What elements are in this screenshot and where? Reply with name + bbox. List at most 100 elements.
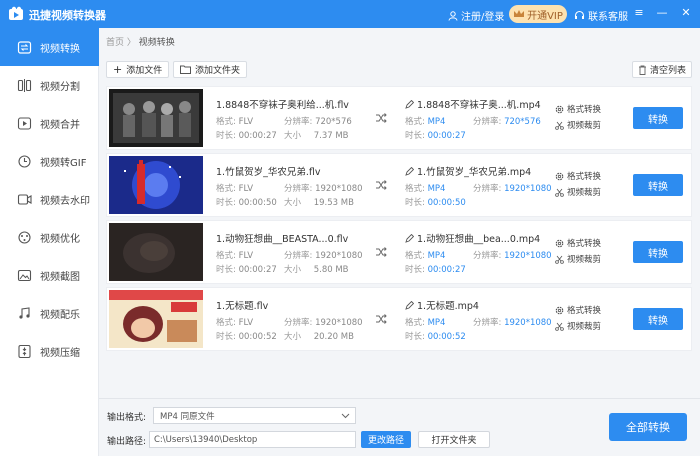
breadcrumb: 首页 〉 视频转换 xyxy=(106,35,175,48)
video-thumbnail xyxy=(109,156,203,214)
format-convert-link[interactable]: 格式转换 xyxy=(555,103,601,115)
add-folder-label: 添加文件夹 xyxy=(195,66,241,76)
sidebar-item-label: 视频压缩 xyxy=(40,347,80,359)
sidebar-item-label: 视频优化 xyxy=(40,233,80,245)
add-file-button[interactable]: + 添加文件 xyxy=(106,61,170,78)
pencil-icon xyxy=(405,166,414,176)
format-convert-link[interactable]: 格式转换 xyxy=(555,304,601,316)
file-row: 1.动物狂想曲__BEASTA...0.flv 格式: FLV 分辨率: 192… xyxy=(106,220,692,284)
sidebar-item-music[interactable]: 视频配乐 xyxy=(0,294,99,332)
output-file-name[interactable]: 1.竹鼠贺岁_华农兄弟.mp4 xyxy=(405,164,531,178)
video-clip-link[interactable]: 视频裁剪 xyxy=(555,320,601,332)
gear-icon xyxy=(555,239,564,247)
change-path-button[interactable]: 更改路径 xyxy=(361,431,411,448)
source-size: 大小 5.80 MB xyxy=(284,265,349,275)
video-clip-link[interactable]: 视频裁剪 xyxy=(555,253,601,265)
sidebar-item-merge[interactable]: 视频合并 xyxy=(0,104,99,142)
service-label: 联系客服 xyxy=(588,12,628,23)
output-file-name-label: 1.竹鼠贺岁_华农兄弟.mp4 xyxy=(417,167,532,178)
sidebar-item-convert[interactable]: 视频转换 xyxy=(0,28,99,66)
shuffle-icon xyxy=(376,180,387,190)
format-convert-label: 格式转换 xyxy=(567,105,602,115)
service-link[interactable]: 联系客服 xyxy=(574,8,628,23)
pencil-icon xyxy=(405,300,414,310)
sidebar-item-watermark[interactable]: 视频去水印 xyxy=(0,180,99,218)
output-format: 格式: MP4 xyxy=(405,251,446,261)
minimize-icon[interactable]: — xyxy=(655,6,669,20)
convert-all-button[interactable]: 全部转换 xyxy=(609,413,687,441)
login-label: 注册/登录 xyxy=(461,12,505,23)
file-row: 1.无标题.flv 格式: FLV 分辨率: 1920*1080 时长: 00:… xyxy=(106,287,692,351)
music-icon xyxy=(16,305,32,321)
sidebar-item-label: 视频截图 xyxy=(40,271,80,283)
scissors-icon xyxy=(555,188,564,197)
scissors-icon xyxy=(555,121,564,130)
video-clip-label: 视频裁剪 xyxy=(567,322,602,332)
output-format: 格式: MP4 xyxy=(405,318,446,328)
convert-button[interactable]: 转换 xyxy=(633,107,683,129)
video-clip-link[interactable]: 视频裁剪 xyxy=(555,186,601,198)
source-size: 大小 19.53 MB xyxy=(284,198,354,208)
add-folder-button[interactable]: 添加文件夹 xyxy=(173,61,248,78)
close-icon[interactable]: ✕ xyxy=(679,6,693,20)
output-file-name[interactable]: 1.动物狂想曲__bea...0.mp4 xyxy=(405,231,540,245)
sidebar: 视频转换 视频分割 视频合并 视频转GIF 视频去水印 视频优化 视频截图 视频… xyxy=(0,28,99,456)
sidebar-item-screenshot[interactable]: 视频截图 xyxy=(0,256,99,294)
shuffle-icon xyxy=(376,247,387,257)
output-file-name-label: 1.无标题.mp4 xyxy=(417,301,479,312)
login-link[interactable]: 注册/登录 xyxy=(448,8,504,23)
video-clip-link[interactable]: 视频裁剪 xyxy=(555,119,601,131)
sidebar-item-label: 视频转GIF xyxy=(40,157,87,169)
output-format-label: 输出格式: xyxy=(107,413,147,423)
sidebar-item-split[interactable]: 视频分割 xyxy=(0,66,99,104)
sidebar-item-label: 视频去水印 xyxy=(40,195,90,207)
convert-icon xyxy=(16,39,32,55)
output-file-name-label: 1.动物狂想曲__bea...0.mp4 xyxy=(417,234,541,245)
title-bar: 迅捷视频转换器 注册/登录 开通VIP 联系客服 ≡ — ✕ xyxy=(0,0,700,28)
video-clip-label: 视频裁剪 xyxy=(567,121,602,131)
source-format: 格式: FLV xyxy=(216,318,254,328)
output-file-name[interactable]: 1.8848不穿袜子奥...机.mp4 xyxy=(405,97,541,111)
source-format: 格式: FLV xyxy=(216,117,254,127)
optimize-icon xyxy=(16,229,32,245)
source-format: 格式: FLV xyxy=(216,251,254,261)
convert-button[interactable]: 转换 xyxy=(633,308,683,330)
source-duration: 时长: 00:00:50 xyxy=(216,198,277,208)
open-folder-button[interactable]: 打开文件夹 xyxy=(418,431,490,448)
output-resolution: 分辨率: 1920*1080 xyxy=(473,251,552,261)
source-file-name: 1.动物狂想曲__BEASTA...0.flv xyxy=(216,234,349,245)
sidebar-item-optimize[interactable]: 视频优化 xyxy=(0,218,99,256)
gear-icon xyxy=(555,105,564,113)
source-resolution: 分辨率: 720*576 xyxy=(284,117,352,127)
output-duration: 时长: 00:00:27 xyxy=(405,131,466,141)
vip-label: 开通VIP xyxy=(527,10,563,22)
pencil-icon xyxy=(405,233,414,243)
sidebar-item-gif[interactable]: 视频转GIF xyxy=(0,142,99,180)
output-file-name-label: 1.8848不穿袜子奥...机.mp4 xyxy=(417,100,541,111)
output-format-select[interactable]: MP4 同原文件 xyxy=(153,407,356,424)
format-convert-label: 格式转换 xyxy=(567,239,602,249)
shuffle-icon xyxy=(376,113,387,123)
format-convert-link[interactable]: 格式转换 xyxy=(555,170,601,182)
output-format: 格式: MP4 xyxy=(405,117,446,127)
output-file-name[interactable]: 1.无标题.mp4 xyxy=(405,298,479,312)
source-resolution: 分辨率: 1920*1080 xyxy=(284,251,363,261)
sidebar-item-compress[interactable]: 视频压缩 xyxy=(0,332,99,370)
convert-button[interactable]: 转换 xyxy=(633,174,683,196)
format-convert-link[interactable]: 格式转换 xyxy=(555,237,601,249)
output-path-input[interactable]: C:\Users\13940\Desktop xyxy=(149,431,356,448)
output-duration: 时长: 00:00:52 xyxy=(405,332,466,342)
menu-icon[interactable]: ≡ xyxy=(632,6,646,20)
breadcrumb-home[interactable]: 首页 xyxy=(106,38,124,48)
split-icon xyxy=(16,77,32,93)
source-format: 格式: FLV xyxy=(216,184,254,194)
convert-button[interactable]: 转换 xyxy=(633,241,683,263)
video-thumbnail xyxy=(109,223,203,281)
clear-list-button[interactable]: 清空列表 xyxy=(632,61,693,78)
trash-icon xyxy=(639,65,646,75)
file-row: 1.8848不穿袜子奥利给...机.flv 格式: FLV 分辨率: 720*5… xyxy=(106,86,692,150)
bottom-bar: 输出格式: MP4 同原文件 输出路径: C:\Users\13940\Desk… xyxy=(99,398,700,456)
plus-icon: + xyxy=(113,63,123,76)
vip-button[interactable]: 开通VIP xyxy=(509,5,567,23)
gear-icon xyxy=(555,306,564,314)
